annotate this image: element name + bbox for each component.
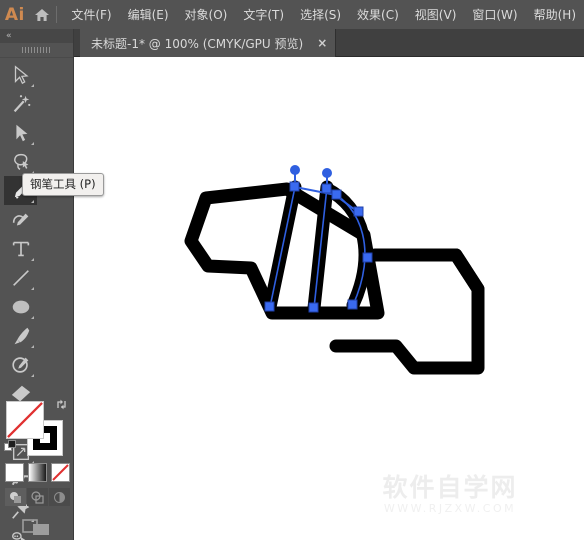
menu-select[interactable]: 选择(S) bbox=[292, 2, 349, 27]
menu-file[interactable]: 文件(F) bbox=[63, 2, 119, 27]
menu-type[interactable]: 文字(T) bbox=[235, 2, 292, 27]
tool-flyout-indicator bbox=[31, 345, 34, 348]
anchor-point bbox=[331, 189, 342, 200]
menu-object[interactable]: 对象(O) bbox=[177, 2, 236, 27]
artwork-outline-group bbox=[184, 180, 485, 375]
handle-knob-a bbox=[290, 165, 300, 175]
menu-help[interactable]: 帮助(H) bbox=[526, 2, 584, 27]
draw-normal-icon bbox=[9, 491, 21, 503]
paint-mode-bar bbox=[0, 463, 74, 482]
menu-item-list: 文件(F) 编辑(E) 对象(O) 文字(T) 选择(S) 效果(C) 视图(V… bbox=[63, 2, 584, 27]
canvas-area[interactable]: 软件自学网 WWW.RJZXW.COM bbox=[74, 57, 584, 540]
anchor-point bbox=[289, 181, 300, 192]
shaper-tool[interactable] bbox=[4, 350, 37, 379]
selection-tool[interactable] bbox=[4, 60, 37, 89]
direction-handle-knobs bbox=[290, 165, 332, 178]
document-tab-bar: 未标题-1* @ 100% (CMYK/GPU 预览) × bbox=[74, 29, 584, 57]
draw-mode-bar bbox=[0, 488, 74, 506]
document-tab-title: 未标题-1* @ 100% (CMYK/GPU 预览) bbox=[91, 36, 304, 51]
tool-flyout-indicator bbox=[31, 84, 34, 87]
anchor-point bbox=[264, 301, 275, 312]
lasso-tool[interactable] bbox=[4, 147, 37, 176]
fill-swatch[interactable] bbox=[6, 401, 44, 439]
draw-behind-button[interactable] bbox=[26, 488, 48, 506]
direct-arrow-icon bbox=[10, 122, 32, 144]
line-segment-tool[interactable] bbox=[4, 263, 37, 292]
illustrator-window: Ai 文件(F) 编辑(E) 对象(O) 文字(T) 选择(S) 效果(C) 视… bbox=[0, 0, 584, 540]
close-icon[interactable]: × bbox=[317, 37, 327, 49]
anchor-point bbox=[308, 302, 319, 313]
tool-flyout-indicator bbox=[31, 287, 34, 290]
color-controls bbox=[0, 395, 74, 538]
menu-view[interactable]: 视图(V) bbox=[407, 2, 465, 27]
menu-divider bbox=[56, 6, 58, 23]
none-mode-button[interactable] bbox=[50, 463, 70, 482]
tool-flyout-indicator bbox=[31, 258, 34, 261]
ellipse-icon bbox=[10, 296, 32, 318]
artwork-path-right-join bbox=[449, 248, 485, 296]
collapse-panel-button[interactable]: « bbox=[0, 29, 73, 43]
swap-fill-stroke-icon[interactable] bbox=[56, 398, 69, 411]
menu-window[interactable]: 窗口(W) bbox=[464, 2, 525, 27]
type-t-icon bbox=[10, 238, 32, 260]
artwork-vector-paths[interactable] bbox=[74, 57, 584, 540]
menu-effect[interactable]: 效果(C) bbox=[349, 2, 407, 27]
document-tab[interactable]: 未标题-1* @ 100% (CMYK/GPU 预览) × bbox=[80, 29, 337, 57]
anchor-point bbox=[347, 299, 358, 310]
lasso-icon bbox=[10, 151, 32, 173]
direct-selection-tool[interactable] bbox=[4, 118, 37, 147]
handle-knob-b bbox=[322, 168, 332, 178]
default-fill-stroke-icon[interactable] bbox=[4, 440, 17, 453]
curvature-tool[interactable] bbox=[4, 205, 37, 234]
menu-edit[interactable]: 编辑(E) bbox=[120, 2, 177, 27]
draw-behind-icon bbox=[30, 490, 44, 504]
draw-normal-button[interactable] bbox=[4, 488, 26, 506]
ellipse-tool[interactable] bbox=[4, 292, 37, 321]
tools-panel: « 钢笔工具 (P) bbox=[0, 29, 104, 540]
tool-flyout-indicator bbox=[31, 316, 34, 319]
anchor-point bbox=[362, 252, 373, 263]
type-tool[interactable] bbox=[4, 234, 37, 263]
color-mode-button[interactable] bbox=[4, 463, 24, 482]
menu-bar: Ai 文件(F) 编辑(E) 对象(O) 文字(T) 选择(S) 效果(C) 视… bbox=[0, 0, 584, 29]
paintbrush-icon bbox=[10, 325, 32, 347]
screen-mode-icon bbox=[22, 519, 49, 535]
selection-segment-1 bbox=[269, 186, 296, 308]
tool-flyout-indicator bbox=[31, 200, 34, 203]
tool-flyout-indicator bbox=[31, 374, 34, 377]
line-segment-icon bbox=[10, 267, 32, 289]
ai-logo: Ai bbox=[4, 4, 25, 25]
tool-flyout-indicator bbox=[31, 142, 34, 145]
panel-drag-handle[interactable] bbox=[0, 43, 73, 58]
curvature-pen-icon bbox=[10, 209, 32, 231]
home-icon[interactable] bbox=[30, 0, 55, 29]
paintbrush-tool[interactable] bbox=[4, 321, 37, 350]
none-slash-icon bbox=[7, 402, 43, 438]
magic-wand-icon bbox=[10, 93, 32, 115]
screen-mode-button[interactable] bbox=[0, 516, 74, 538]
draw-inside-icon bbox=[53, 491, 65, 503]
arrow-cursor-icon bbox=[10, 64, 32, 86]
tool-tooltip: 钢笔工具 (P) bbox=[22, 173, 104, 196]
anchor-point bbox=[353, 206, 364, 217]
shaper-icon bbox=[10, 354, 32, 376]
draw-inside-button[interactable] bbox=[48, 488, 70, 506]
anchor-point bbox=[321, 183, 332, 194]
fill-stroke-block bbox=[0, 395, 74, 461]
none-slash-icon bbox=[51, 464, 69, 481]
gradient-mode-button[interactable] bbox=[27, 463, 47, 482]
magic-wand-tool[interactable] bbox=[4, 89, 37, 118]
